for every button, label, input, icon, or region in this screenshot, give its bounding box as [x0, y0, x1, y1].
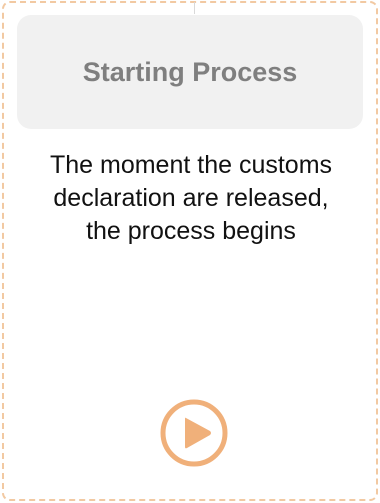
card-title: Starting Process — [82, 56, 298, 87]
card-description: The moment the customs declaration are r… — [49, 151, 333, 245]
play-circle-icon[interactable] — [159, 398, 229, 468]
connector-line — [194, 2, 195, 14]
card-header: Starting Process — [17, 15, 363, 129]
process-card: Starting Process The moment the customs … — [2, 1, 378, 501]
